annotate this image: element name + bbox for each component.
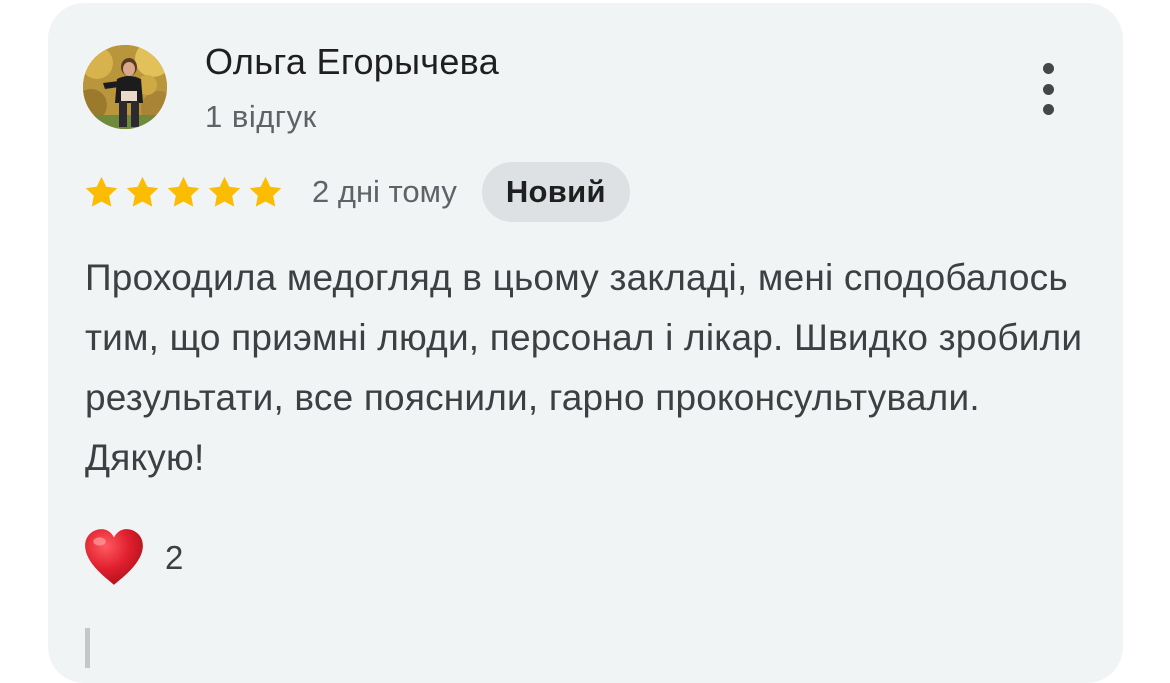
reviewer-name[interactable]: Ольга Егорычева (205, 41, 499, 83)
star-icon (126, 176, 159, 207)
star-rating (83, 174, 288, 211)
reviewer-review-count[interactable]: 1 відгук (205, 99, 317, 135)
more-vert-icon-dot (1042, 83, 1054, 95)
owner-reply-divider (85, 628, 90, 668)
star-icon (85, 176, 118, 207)
rating-row: 2 дні тому Новий (83, 161, 630, 223)
star-icon (249, 176, 282, 207)
review-card: Ольга Егорычева 1 відгук 2 дні тому Нови… (48, 3, 1123, 683)
review-date: 2 дні тому (312, 174, 457, 209)
reaction-count: 2 (165, 539, 184, 576)
more-vert-icon-dot (1042, 104, 1054, 115)
more-options-button[interactable] (1033, 59, 1063, 119)
reaction-button[interactable]: 2 (81, 525, 183, 591)
red-heart-icon (85, 529, 143, 585)
reviewer-avatar[interactable] (83, 45, 167, 129)
review-text: Проходила медогляд в цьому закладі, мені… (85, 257, 1083, 478)
star-icon (208, 176, 241, 207)
avatar-photo (83, 45, 167, 129)
new-badge: Новий (481, 162, 630, 222)
star-icon (167, 176, 200, 207)
more-vert-icon (1042, 63, 1054, 74)
